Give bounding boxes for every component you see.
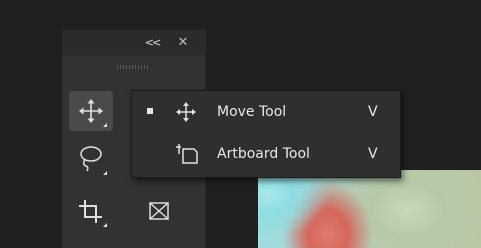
crop-tool-button[interactable] — [69, 191, 113, 231]
workspace: << ✕ Move Tool V Artboard Tool V — [0, 0, 481, 248]
flyout-item-label: Move Tool — [217, 104, 287, 120]
move-icon — [176, 102, 196, 122]
flyout-item-label: Artboard Tool — [217, 146, 310, 162]
tools-panel-header[interactable]: << ✕ — [63, 31, 205, 55]
frame-tool-button[interactable] — [137, 191, 181, 231]
flyout-item-shortcut: V — [368, 104, 378, 120]
flyout-item-artboard-tool[interactable]: Artboard Tool V — [132, 137, 400, 171]
double-chevron-left-icon[interactable]: << — [143, 35, 161, 51]
flyout-item-shortcut: V — [368, 146, 378, 162]
crop-icon — [79, 200, 107, 227]
move-tool-button[interactable] — [69, 91, 113, 131]
panel-grip[interactable] — [117, 65, 149, 69]
selected-indicator — [147, 108, 153, 114]
flyout-item-move-tool[interactable]: Move Tool V — [132, 95, 400, 129]
document-canvas-image[interactable] — [258, 170, 481, 248]
frame-icon — [149, 202, 169, 220]
artboard-icon — [176, 144, 198, 164]
close-icon[interactable]: ✕ — [175, 35, 191, 51]
tool-flyout-menu: Move Tool V Artboard Tool V — [131, 90, 401, 178]
lasso-tool-button[interactable] — [69, 139, 113, 179]
move-icon — [79, 99, 107, 127]
lasso-icon — [80, 146, 107, 175]
